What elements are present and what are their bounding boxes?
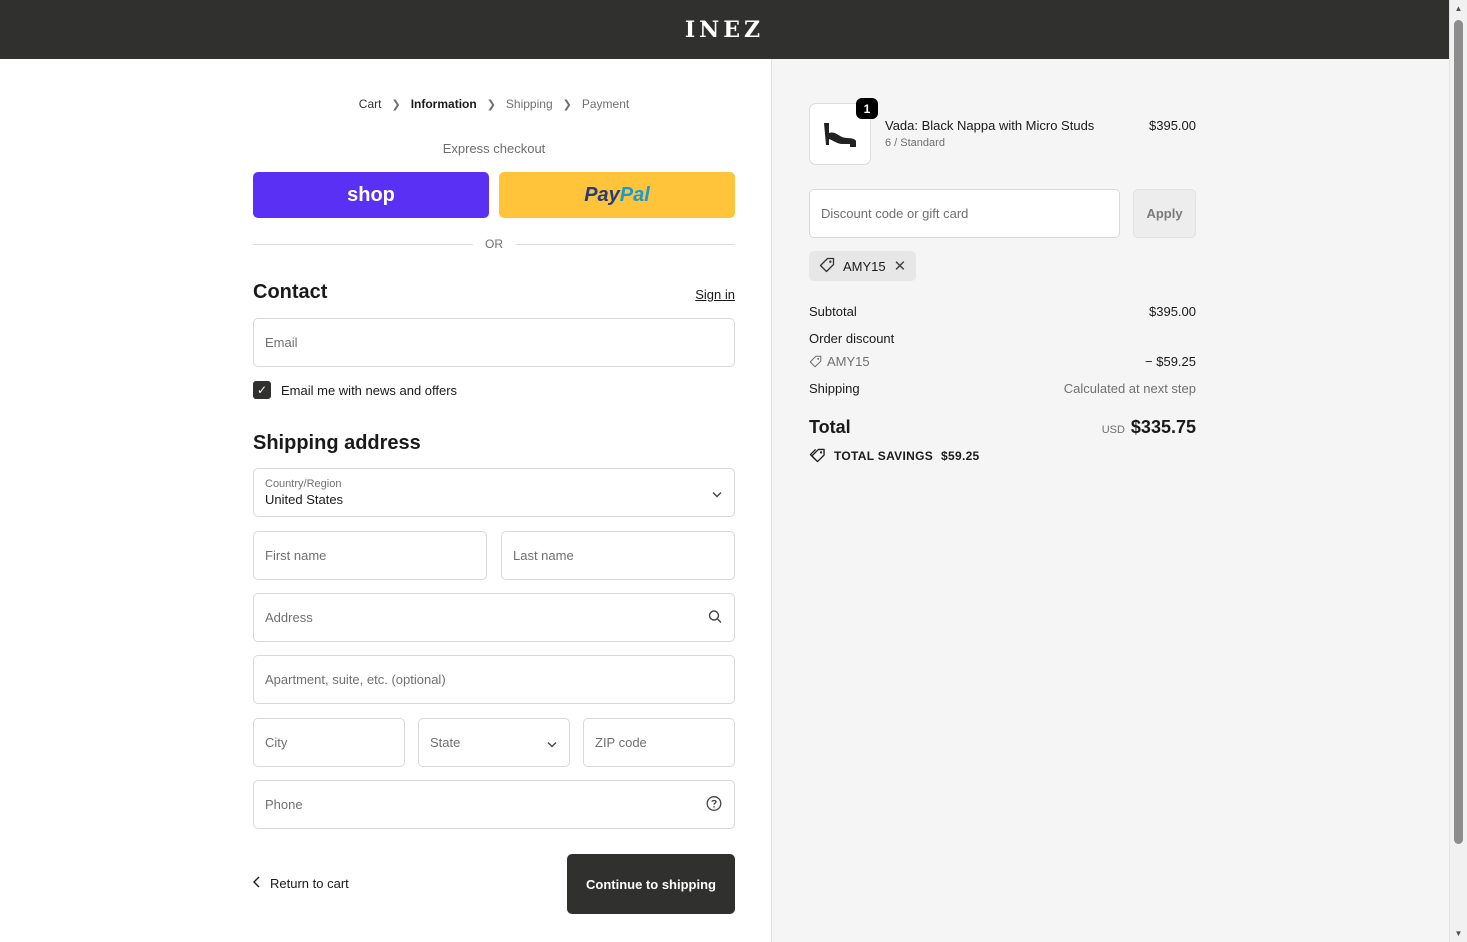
order-discount-label: Order discount — [809, 331, 895, 346]
breadcrumb-payment: Payment — [581, 97, 630, 111]
remove-discount-icon[interactable]: ✕ — [894, 257, 907, 275]
or-divider: OR — [253, 237, 735, 251]
address-field[interactable]: Address — [253, 593, 735, 642]
paypal-label-pal: Pal — [619, 183, 650, 206]
breadcrumb-information: Information — [410, 97, 477, 111]
continue-to-shipping-button[interactable]: Continue to shipping — [567, 854, 735, 914]
discount-placeholder: Discount code or gift card — [821, 206, 969, 221]
shop-pay-label: shop — [347, 183, 395, 206]
paypal-button[interactable]: Pay Pal — [499, 172, 735, 218]
state-placeholder: State — [430, 735, 461, 750]
applied-discount-chip: AMY15 ✕ — [809, 251, 917, 281]
subtotal-value: $395.00 — [1149, 304, 1196, 319]
country-select[interactable]: Country/Region United States — [253, 468, 735, 517]
chevron-down-icon — [712, 485, 722, 500]
total-label: Total — [809, 417, 851, 437]
total-savings: TOTAL SAVINGS $59.25 — [809, 448, 980, 463]
address-placeholder: Address — [265, 610, 313, 625]
shoe-icon — [824, 123, 856, 147]
divider-line — [253, 243, 473, 245]
email-field[interactable]: Email — [253, 318, 735, 367]
savings-value: $59.25 — [941, 448, 980, 463]
return-to-cart-link[interactable]: Return to cart — [253, 876, 349, 891]
last-name-placeholder: Last name — [513, 548, 574, 563]
city-field[interactable]: City — [253, 718, 405, 767]
or-label: OR — [485, 237, 503, 251]
product-name: Vada: Black Nappa with Micro Studs — [885, 118, 1095, 133]
checkmark-icon: ✓ — [256, 383, 268, 397]
apply-label: Apply — [1146, 206, 1183, 221]
divider-line — [515, 243, 735, 245]
brand-logo[interactable]: INEZ — [685, 17, 764, 43]
total-amount-wrap: USD $335.75 — [1102, 417, 1196, 438]
chevron-down-icon — [547, 735, 557, 750]
subtotal-label: Subtotal — [809, 304, 857, 319]
zip-code-placeholder: ZIP code — [595, 735, 647, 750]
quantity-badge: 1 — [856, 98, 878, 119]
shipping-value: Calculated at next step — [1063, 381, 1196, 396]
email-placeholder: Email — [265, 335, 298, 350]
continue-label: Continue to shipping — [586, 876, 716, 892]
express-checkout-title: Express checkout — [442, 141, 546, 156]
country-label: Country/Region — [265, 478, 342, 490]
phone-field[interactable]: Phone — [253, 780, 735, 829]
shipping-row: Shipping Calculated at next step — [809, 381, 1196, 396]
product-variant: 6 / Standard — [885, 137, 945, 149]
shipping-label: Shipping — [809, 381, 860, 396]
paypal-label-pay: Pay — [584, 183, 620, 206]
newsletter-checkbox[interactable]: ✓ — [253, 381, 271, 399]
chevron-right-icon: ❯ — [391, 98, 401, 111]
zip-code-field[interactable]: ZIP code — [583, 718, 735, 767]
applied-discount-code: AMY15 — [843, 258, 886, 274]
last-name-field[interactable]: Last name — [501, 531, 735, 580]
order-discount-code: AMY15 — [827, 354, 870, 369]
page-scrollbar[interactable]: ▲ ▼ — [1449, 0, 1467, 942]
sign-in-link[interactable]: Sign in — [695, 287, 735, 302]
order-discount-detail-row: AMY15 − $59.25 — [809, 354, 1196, 369]
site-header: INEZ — [0, 0, 1449, 59]
order-discount-value: − $59.25 — [1145, 354, 1196, 369]
return-to-cart-label: Return to cart — [270, 876, 349, 891]
total-value: $335.75 — [1130, 417, 1196, 437]
tag-icon — [819, 257, 835, 276]
subtotal-row: Subtotal $395.00 — [809, 304, 1196, 319]
phone-placeholder: Phone — [265, 797, 303, 812]
apartment-field[interactable]: Apartment, suite, etc. (optional) — [253, 655, 735, 704]
newsletter-option[interactable]: ✓ Email me with news and offers — [253, 381, 457, 399]
shipping-address-heading: Shipping address — [253, 432, 421, 454]
product-price: $395.00 — [1149, 118, 1196, 133]
total-currency: USD — [1101, 424, 1125, 436]
breadcrumb-cart[interactable]: Cart — [359, 97, 382, 111]
search-icon — [708, 609, 722, 626]
scrollbar-thumb[interactable] — [1454, 20, 1463, 844]
help-circle-icon[interactable] — [706, 795, 722, 814]
state-select[interactable]: State — [418, 718, 570, 767]
savings-label: TOTAL SAVINGS — [834, 448, 934, 463]
chevron-right-icon: ❯ — [562, 98, 572, 111]
order-discount-row: Order discount — [809, 331, 1196, 346]
first-name-placeholder: First name — [265, 548, 327, 563]
discount-code-input[interactable]: Discount code or gift card — [809, 189, 1120, 238]
savings-tag-icon — [809, 448, 825, 463]
chevron-left-icon — [253, 876, 260, 891]
scroll-down-arrow-icon[interactable]: ▼ — [1450, 925, 1467, 942]
contact-heading: Contact — [253, 281, 328, 303]
chevron-right-icon: ❯ — [486, 98, 496, 111]
country-value: United States — [265, 492, 344, 507]
tag-icon — [809, 355, 822, 368]
breadcrumb-shipping: Shipping — [505, 97, 553, 111]
first-name-field[interactable]: First name — [253, 531, 487, 580]
apply-discount-button[interactable]: Apply — [1133, 189, 1196, 238]
order-discount-code-wrap: AMY15 — [809, 354, 870, 369]
city-placeholder: City — [265, 735, 288, 750]
breadcrumb: Cart ❯ Information ❯ Shipping ❯ Payment — [253, 97, 735, 111]
newsletter-label: Email me with news and offers — [281, 382, 458, 398]
scroll-up-arrow-icon[interactable]: ▲ — [1450, 0, 1467, 17]
apartment-placeholder: Apartment, suite, etc. (optional) — [265, 672, 446, 687]
total-row: Total USD $335.75 — [809, 417, 1196, 438]
shop-pay-button[interactable]: shop — [253, 172, 489, 218]
